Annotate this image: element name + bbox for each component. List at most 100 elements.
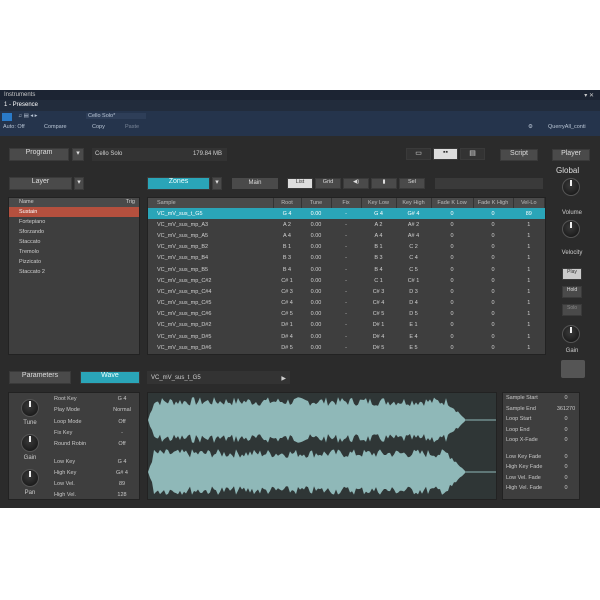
view-split-icon[interactable]: ▪▪	[433, 148, 458, 160]
sample-name-field[interactable]: VC_mV_sus_t_G5 ▶	[147, 371, 290, 384]
info-value[interactable]: 361270	[553, 406, 579, 412]
view-single-icon[interactable]: ▭	[406, 148, 431, 160]
info-value[interactable]: 0	[553, 395, 579, 401]
program-name-field[interactable]: Cello Solo 179.84 MB	[92, 148, 227, 161]
column-header[interactable]: Fade K High	[473, 198, 514, 208]
table-row[interactable]: VC_mV_sus_mp_D#2 D# 1 0.00 - D# 1 E 1 0 0 1	[148, 320, 545, 331]
gear-icon[interactable]: ⚙	[528, 124, 533, 130]
table-cell: 0	[450, 300, 454, 307]
main-dropdown[interactable]: Main	[232, 178, 278, 189]
hold-button[interactable]: Hold	[562, 286, 582, 298]
param-value[interactable]: 89	[107, 481, 137, 487]
tab-parameters[interactable]: Parameters	[9, 371, 71, 384]
info-value[interactable]: 0	[553, 437, 579, 443]
power-icon[interactable]	[2, 113, 12, 121]
param-value[interactable]: Off	[107, 441, 137, 447]
table-cell: A# 2	[407, 221, 420, 228]
program-button[interactable]: Program	[9, 148, 69, 161]
filter-button[interactable]: ▮	[371, 178, 397, 189]
table-cell: 0	[450, 333, 454, 340]
script-button[interactable]: Script	[500, 149, 538, 161]
layer-button[interactable]: Layer	[9, 177, 72, 190]
copy-button[interactable]: Copy	[92, 124, 105, 130]
velocity-knob[interactable]	[562, 220, 580, 238]
view-list-icon[interactable]: ▤	[460, 148, 485, 160]
layer-item[interactable]: Staccato 2	[9, 267, 139, 277]
table-row[interactable]: VC_mV_sus_mp_C#2 C# 1 0.00 - C 1 C# 1 0 0 1	[148, 275, 545, 286]
table-row[interactable]: VC_mV_sus_mp_B4 B 3 0.00 - B 3 C 4 0 0 1	[148, 253, 545, 264]
instrument-tab[interactable]: 1 - Presence	[0, 100, 600, 111]
info-value[interactable]: 0	[553, 464, 579, 470]
table-row[interactable]: VC_mV_sus_mp_D#5 D# 4 0.00 - D# 4 E 4 0 0 1	[148, 331, 545, 342]
layer-item[interactable]: Fortepiano	[9, 217, 139, 227]
column-header[interactable]: Tune	[301, 198, 332, 208]
auto-off-button[interactable]: Auto: Off	[3, 124, 25, 130]
filter-button[interactable]: Grid	[315, 178, 341, 189]
table-row[interactable]: VC_mV_sus_mp_B2 B 1 0.00 - B 1 C 2 0 0 1	[148, 242, 545, 253]
table-cell: A# 4	[407, 232, 420, 239]
midi-icon[interactable]: ♫ ▤ ◂ ▸	[18, 113, 37, 119]
param-value[interactable]: Off	[107, 419, 137, 425]
filter-button[interactable]: List	[287, 178, 313, 189]
volume-knob[interactable]	[562, 178, 580, 196]
window-controls[interactable]: ▾ ✕	[584, 92, 594, 99]
column-header[interactable]: Key High	[396, 198, 432, 208]
tab-wave[interactable]: Wave	[80, 371, 140, 384]
paste-button[interactable]: Paste	[125, 124, 139, 130]
program-menu-button[interactable]: ▾	[72, 148, 84, 161]
param-value[interactable]: 128	[107, 492, 137, 498]
pan-knob[interactable]	[21, 469, 39, 487]
param-label: High Vel.	[54, 492, 77, 499]
table-row[interactable]: VC_mV_sus_mp_A3 A 2 0.00 - A 2 A# 2 0 0 1	[148, 219, 545, 230]
layer-item[interactable]: Staccato	[9, 237, 139, 247]
table-cell: 0	[431, 208, 473, 220]
table-cell: VC_mV_sus_mp_C#6	[157, 311, 212, 318]
table-row[interactable]: VC_mV_sus_mp_D#6 D# 5 0.00 - D# 5 E 5 0 0 1	[148, 342, 545, 353]
table-cell: -	[331, 208, 361, 220]
filter-button[interactable]: Sel	[399, 178, 425, 189]
table-cell: C# 5	[281, 311, 293, 318]
column-header[interactable]: Key Low	[361, 198, 397, 208]
gain-knob[interactable]	[21, 434, 39, 452]
zones-menu-button[interactable]: ▾	[212, 177, 222, 190]
zones-button[interactable]: Zones	[147, 177, 210, 190]
column-header[interactable]: Vel-Lo	[513, 198, 545, 208]
solo-button[interactable]: Solo	[562, 304, 582, 316]
param-value[interactable]: -	[107, 430, 137, 436]
param-value[interactable]: G 4	[107, 396, 137, 402]
column-header[interactable]: Fade K Low	[431, 198, 474, 208]
info-value[interactable]: 0	[553, 475, 579, 481]
param-value[interactable]: G# 4	[107, 470, 137, 476]
tune-knob[interactable]	[21, 399, 39, 417]
compare-button[interactable]: Compare	[44, 124, 67, 130]
info-value[interactable]: 0	[553, 485, 579, 491]
table-row[interactable]: VC_mV_sus_mp_C#5 C# 4 0.00 - C# 4 D 4 0 0 1	[148, 298, 545, 309]
layer-item[interactable]: Sforzando	[9, 227, 139, 237]
column-header[interactable]: Root	[273, 198, 302, 208]
param-value[interactable]: Normal	[107, 407, 137, 413]
waveform-view[interactable]	[147, 392, 497, 500]
table-cell: B 4	[282, 266, 292, 273]
preset-dropdown[interactable]: Cello Solo*	[86, 113, 146, 119]
column-header[interactable]: Sample	[148, 198, 274, 208]
table-row[interactable]: VC_mV_sus_mp_C#6 C# 5 0.00 - C# 5 D 5 0 0 1	[148, 309, 545, 320]
gain-knob[interactable]	[562, 325, 580, 343]
info-value[interactable]: 0	[553, 427, 579, 433]
param-label: Fix Key	[54, 429, 73, 436]
info-value[interactable]: 0	[553, 454, 579, 460]
column-header[interactable]: Fix	[331, 198, 362, 208]
filter-button[interactable]: ◀)	[343, 178, 369, 189]
info-value[interactable]: 0	[553, 416, 579, 422]
param-value[interactable]: G 4	[107, 459, 137, 465]
table-row[interactable]: VC_mV_sus_mp_A5 A 4 0.00 - A 4 A# 4 0 0 1	[148, 230, 545, 241]
table-row[interactable]: VC_mV_sus_mp_B5 B 4 0.00 - B 4 C 5 0 0 1	[148, 264, 545, 275]
play-button[interactable]: Play	[562, 268, 582, 280]
player-button[interactable]: Player	[552, 149, 590, 161]
layer-item[interactable]: Pizzicato	[9, 257, 139, 267]
layer-item[interactable]: Sustain	[9, 207, 139, 217]
table-row[interactable]: VC_mV_sus_mp_C#4 C# 3 0.00 - C# 3 D 3 0 0 1	[148, 286, 545, 297]
layer-menu-button[interactable]: ▾	[74, 177, 84, 190]
layer-item[interactable]: Tremolo	[9, 247, 139, 257]
search-input[interactable]	[435, 178, 543, 189]
table-row[interactable]: VC_mV_sus_t_G5 G 4 0.00- G 4 G# 4 0 0 89	[148, 208, 545, 220]
